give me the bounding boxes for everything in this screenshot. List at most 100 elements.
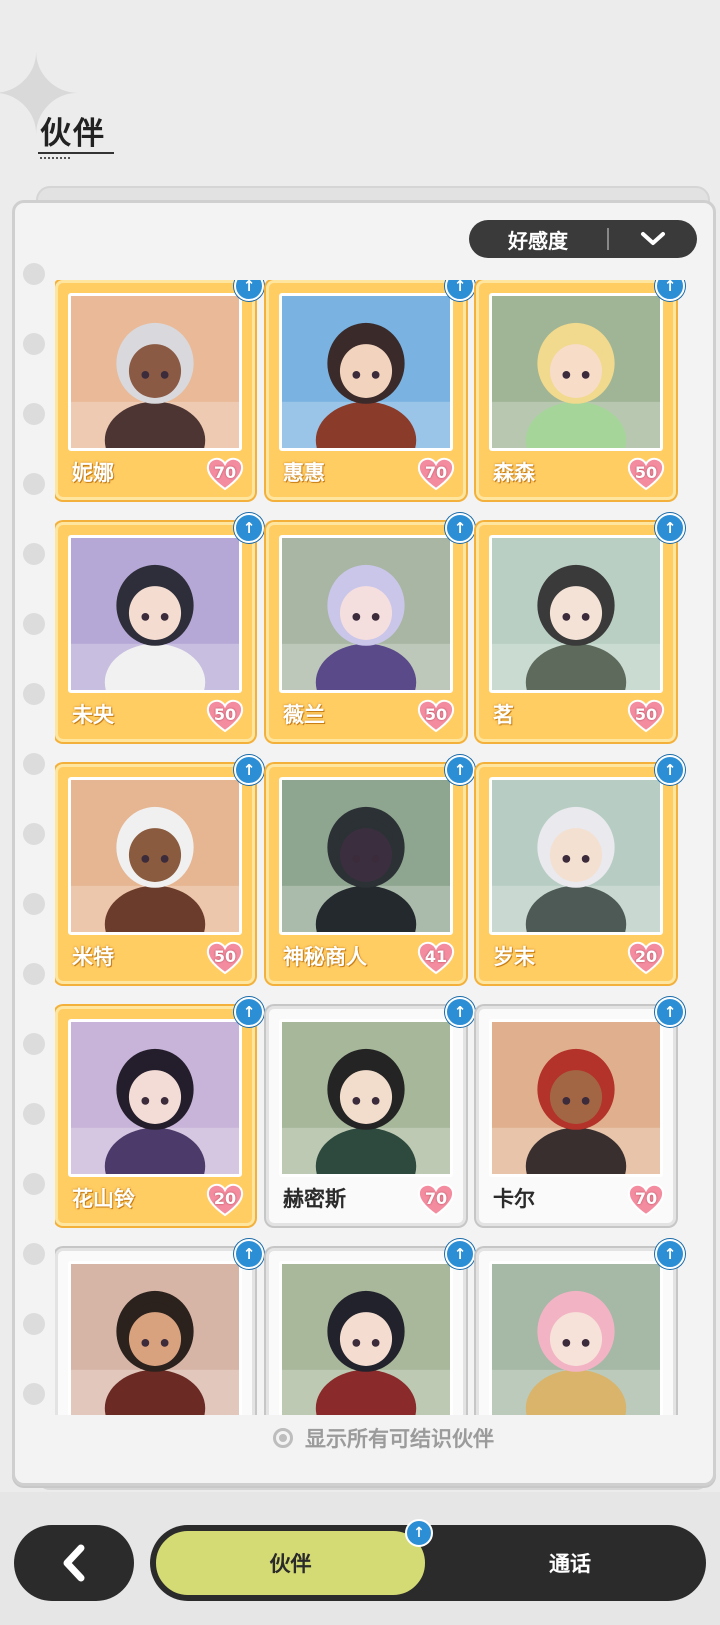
affection-value: 41 (424, 947, 448, 966)
companion-card[interactable]: 卡尔 70 ↑ (476, 997, 685, 1226)
binder-hole (23, 1173, 45, 1195)
companion-name: 神秘商人 (283, 945, 367, 969)
companion-card[interactable]: 未央 50 ↑ (55, 513, 264, 742)
companion-name: 茗 (493, 703, 514, 727)
upgrade-arrow-icon: ↑ (234, 1239, 264, 1269)
back-button[interactable] (14, 1525, 134, 1601)
affection-value: 70 (634, 1189, 658, 1208)
upgrade-arrow-icon: ↑ (655, 513, 685, 543)
heart-icon: 20 (627, 941, 665, 975)
heart-icon: 70 (417, 1183, 455, 1217)
companion-card[interactable]: ↑ (476, 1239, 685, 1415)
heart-icon: 70 (627, 1183, 665, 1217)
binder-hole (23, 1033, 45, 1055)
companion-card[interactable]: 花山铃 20 ↑ (55, 997, 264, 1226)
affection-value: 20 (634, 947, 658, 966)
binder-hole (23, 893, 45, 915)
upgrade-arrow-icon: ↑ (655, 1239, 685, 1269)
heart-icon: 70 (417, 457, 455, 491)
binder-hole (23, 683, 45, 705)
upgrade-arrow-icon: ↑ (445, 755, 475, 785)
heart-icon: 50 (627, 457, 665, 491)
companion-portrait (489, 777, 663, 935)
show-all-label: 显示所有可结识伙伴 (305, 1427, 494, 1451)
binder-hole (23, 263, 45, 285)
companion-portrait (489, 535, 663, 693)
upgrade-arrow-icon: ↑ (234, 513, 264, 543)
upgrade-arrow-icon: ↑ (445, 997, 475, 1027)
upgrade-arrow-icon: ↑ (655, 997, 685, 1027)
companion-card[interactable]: ↑ (55, 1239, 264, 1415)
affection-value: 50 (634, 463, 658, 482)
affection-value: 70 (424, 463, 448, 482)
companion-portrait (279, 1019, 453, 1177)
companion-portrait (68, 777, 242, 935)
companion-card[interactable]: 米特 50 ↑ (55, 755, 264, 984)
affection-value: 70 (213, 463, 237, 482)
binder-hole (23, 333, 45, 355)
heart-icon: 50 (206, 941, 244, 975)
tab-call[interactable]: 通话 (470, 1525, 670, 1601)
binder-hole (23, 543, 45, 565)
companion-name: 未央 (72, 703, 114, 727)
binder-hole (23, 1243, 45, 1265)
affection-value: 50 (213, 947, 237, 966)
companion-portrait (68, 1019, 242, 1177)
companion-card[interactable]: 神秘商人 41 ↑ (266, 755, 475, 984)
companion-card[interactable]: 妮娜 70 ↑ (55, 280, 264, 500)
binder-hole (23, 473, 45, 495)
companion-card[interactable]: ↑ (266, 1239, 475, 1415)
tab-bar: 伙伴 ↑ 通话 (150, 1519, 706, 1601)
upgrade-arrow-icon: ↑ (234, 997, 264, 1027)
companion-portrait (68, 293, 242, 451)
companion-portrait (279, 293, 453, 451)
companion-name: 米特 (72, 945, 114, 969)
companion-portrait (489, 293, 663, 451)
affection-value: 50 (213, 705, 237, 724)
heart-icon: 70 (206, 457, 244, 491)
companion-portrait (279, 777, 453, 935)
upgrade-arrow-icon: ↑ (655, 755, 685, 785)
affection-value: 50 (424, 705, 448, 724)
upgrade-arrow-icon: ↑ (405, 1519, 433, 1547)
page-title: 伙伴 (40, 116, 106, 152)
companion-panel: 好感度 妮娜 70 ↑ 惠惠 70 ↑ 森森 50 ↑ 未央 50 ↑ 薇兰 50 ↑ 茗 50 ↑ 米特 50 ↑ 神秘… (12, 200, 716, 1486)
title-underline (38, 152, 114, 154)
companion-name: 妮娜 (72, 461, 114, 485)
heart-icon: 41 (417, 941, 455, 975)
upgrade-arrow-icon: ↑ (445, 1239, 475, 1269)
companion-name: 岁末 (493, 945, 535, 969)
upgrade-arrow-icon: ↑ (445, 513, 475, 543)
binder-hole (23, 1103, 45, 1125)
companion-card[interactable]: 惠惠 70 ↑ (266, 280, 475, 500)
companion-name: 森森 (493, 461, 535, 485)
binder-hole (23, 1313, 45, 1335)
companion-card[interactable]: 薇兰 50 ↑ (266, 513, 475, 742)
binder-hole (23, 613, 45, 635)
sort-dropdown[interactable]: 好感度 (469, 220, 697, 258)
companion-card[interactable]: 赫密斯 70 ↑ (266, 997, 475, 1226)
heart-icon: 50 (206, 699, 244, 733)
companion-name: 赫密斯 (283, 1187, 346, 1211)
show-all-toggle[interactable]: 显示所有可结识伙伴 (273, 1423, 494, 1453)
companion-card[interactable]: 茗 50 ↑ (476, 513, 685, 742)
companion-name: 卡尔 (493, 1187, 535, 1211)
binder-hole (23, 403, 45, 425)
radio-icon (273, 1428, 293, 1448)
tab-companions[interactable]: 伙伴 (153, 1528, 428, 1598)
affection-value: 50 (634, 705, 658, 724)
heart-icon: 50 (417, 699, 455, 733)
binder-hole (23, 1383, 45, 1405)
companion-portrait (68, 1261, 242, 1415)
companion-portrait (489, 1261, 663, 1415)
companion-card[interactable]: 森森 50 ↑ (476, 280, 685, 500)
companion-portrait (279, 535, 453, 693)
chevron-left-icon (63, 1544, 85, 1582)
binder-hole (23, 823, 45, 845)
companion-name: 惠惠 (283, 461, 325, 485)
companion-portrait (279, 1261, 453, 1415)
companion-grid: 妮娜 70 ↑ 惠惠 70 ↑ 森森 50 ↑ 未央 50 ↑ 薇兰 50 ↑ 茗 50 ↑ 米特 50 ↑ 神秘商人 41… (55, 280, 695, 1415)
companion-card[interactable]: 岁末 20 ↑ (476, 755, 685, 984)
companion-name: 花山铃 (72, 1187, 135, 1211)
companion-portrait (489, 1019, 663, 1177)
